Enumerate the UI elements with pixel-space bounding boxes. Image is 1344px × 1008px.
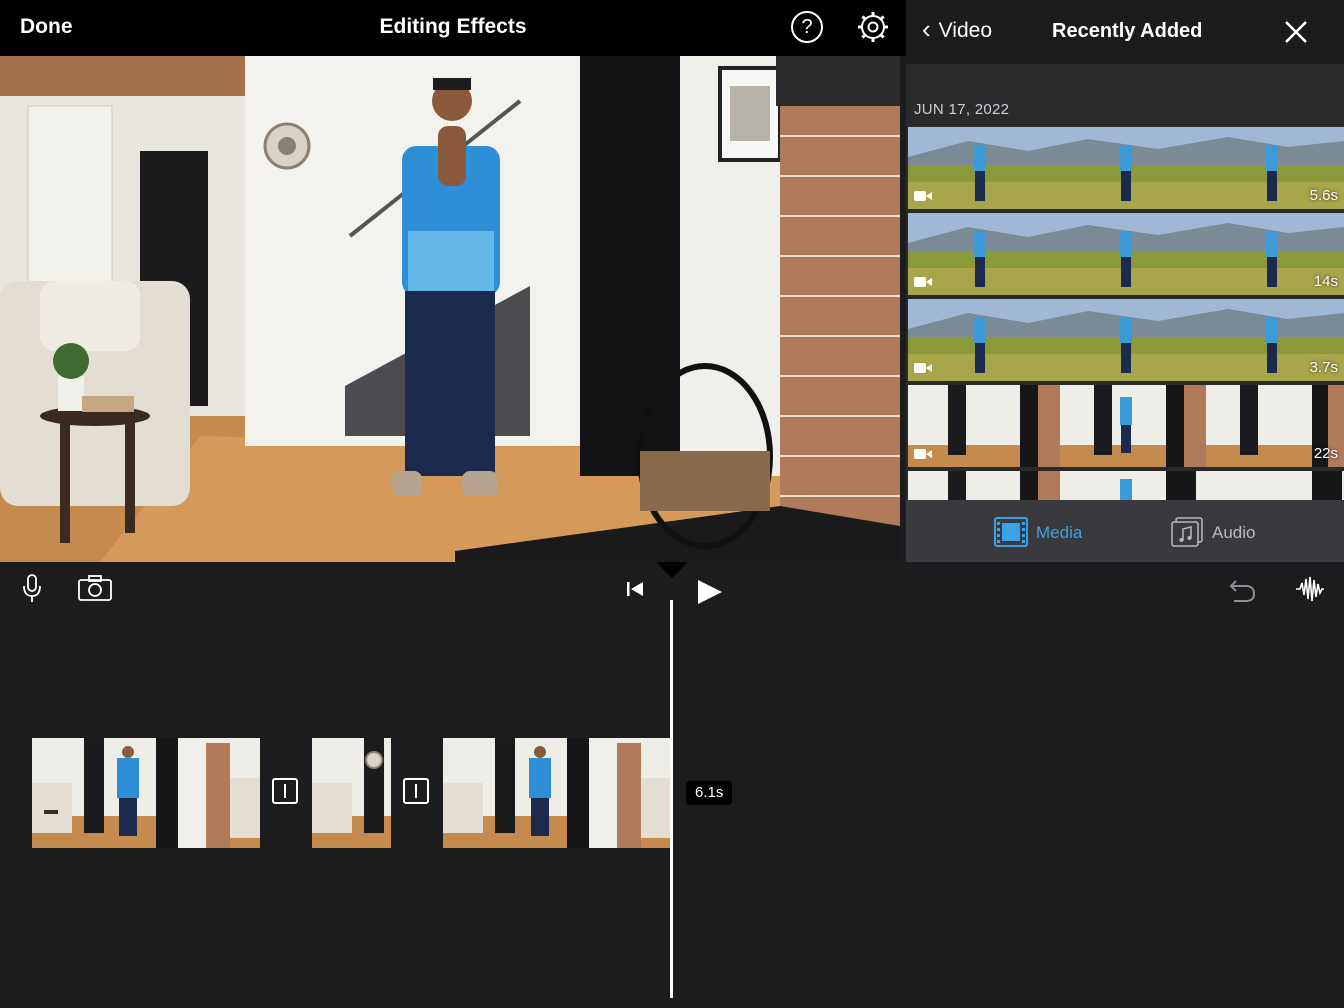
clip-thumbnail [908, 299, 1344, 381]
video-frame [0, 56, 900, 562]
microphone-icon[interactable] [22, 574, 42, 604]
camera-icon[interactable] [78, 575, 112, 601]
media-clip[interactable]: 3.7s [908, 299, 1344, 381]
audio-waveform-icon[interactable] [1295, 574, 1325, 604]
play-icon[interactable] [696, 578, 724, 606]
video-viewer[interactable] [0, 56, 900, 562]
transition-button[interactable] [403, 778, 429, 804]
tab-media-label: Media [1036, 523, 1083, 542]
clip-thumbnail [908, 471, 1344, 500]
clip-duration-badge: 6.1s [686, 781, 733, 805]
clip-thumbnail [908, 385, 1344, 467]
clip-duration: 5.6s [1309, 187, 1338, 204]
close-icon[interactable] [1282, 18, 1310, 46]
video-camera-icon [914, 277, 932, 287]
clip-thumbnail [908, 127, 1344, 209]
clip-duration: 14s [1313, 273, 1338, 290]
project-title: Editing Effects [379, 15, 527, 38]
timeline-clip-thumbnail [443, 738, 670, 848]
video-camera-icon [914, 191, 932, 201]
clip-duration: 3.7s [1309, 359, 1338, 376]
browser-header: ‹ Video Recently Added [906, 0, 1344, 64]
chevron-left-icon: ‹ [922, 14, 931, 44]
media-browser: ‹ Video Recently Added JUN 17, 2022 5.6s [906, 0, 1344, 562]
timeline-clip[interactable] [312, 738, 391, 848]
clip-thumbnail [908, 213, 1344, 295]
media-clip[interactable]: 14s [908, 213, 1344, 295]
media-clip[interactable] [908, 471, 1344, 500]
date-group-header: JUN 17, 2022 [914, 101, 1010, 118]
browser-title: Recently Added [1052, 20, 1203, 42]
back-button[interactable]: ‹ Video [922, 14, 993, 44]
video-camera-icon [914, 449, 932, 459]
tab-audio[interactable]: Audio [1170, 517, 1255, 547]
tab-audio-label: Audio [1212, 523, 1256, 542]
clip-duration: 22s [1313, 445, 1338, 462]
music-note-icon [1171, 517, 1203, 547]
gear-icon[interactable] [856, 10, 890, 44]
film-strip-icon [994, 517, 1028, 547]
skip-to-start-icon[interactable] [626, 581, 644, 597]
help-icon[interactable]: ? [791, 11, 823, 43]
timeline-clip-thumbnail [32, 738, 260, 848]
tab-media[interactable]: Media [994, 517, 1082, 547]
undo-icon[interactable] [1228, 577, 1256, 603]
timeline-clip-thumbnail [312, 738, 391, 848]
back-button-label: Video [938, 19, 993, 42]
media-clip[interactable]: 22s [908, 385, 1344, 467]
top-bar: Done Editing Effects ? [0, 0, 906, 56]
playhead-marker [656, 562, 688, 578]
timeline-clip[interactable] [443, 738, 670, 848]
timeline-clip[interactable] [32, 738, 260, 848]
playhead[interactable] [670, 600, 673, 998]
transition-button[interactable] [272, 778, 298, 804]
media-clip[interactable]: 5.6s [908, 127, 1344, 209]
video-camera-icon [914, 363, 932, 373]
browser-tabs: Media Audio [906, 500, 1344, 562]
